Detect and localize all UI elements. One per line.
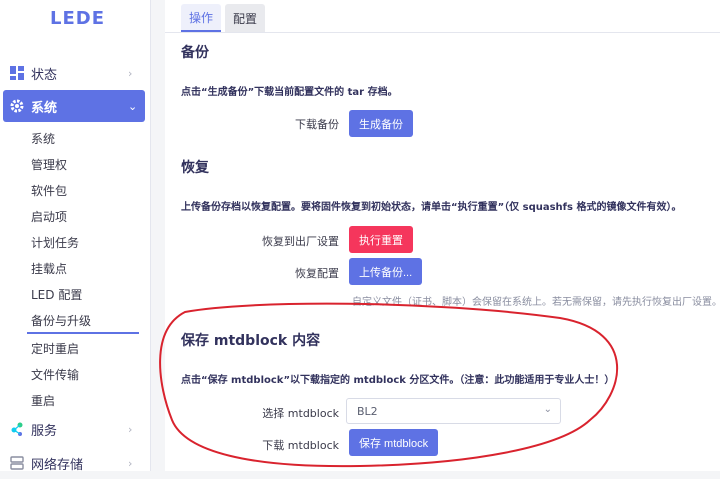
submenu-item[interactable]: 文件传输 xyxy=(31,366,79,383)
restore-config-label: 恢复配置 xyxy=(295,267,339,280)
submenu-item[interactable]: 系统 xyxy=(31,130,55,147)
sidebar-item-services[interactable]: 服务 › xyxy=(0,413,150,445)
restore-hint: 自定义文件（证书、脚本）会保留在系统上。若无需保留，请先执行恢复出厂设置。 xyxy=(352,297,720,308)
mtd-description: 点击“保存 mtdblock”以下载指定的 mtdblock 分区文件。（注意：… xyxy=(181,375,615,386)
restore-description: 上传备份存档以恢复配置。要将固件恢复到初始状态，请单击“执行重置”（仅 squa… xyxy=(181,202,682,213)
current-item-underline xyxy=(27,332,139,334)
main-content: 操作 配置 备份 点击“生成备份”下载当前配置文件的 tar 存档。 下载备份 … xyxy=(165,0,720,471)
sidebar-divider xyxy=(150,0,151,471)
select-mtdblock-label: 选择 mtdblock xyxy=(262,407,339,420)
sidebar-item-label: 网络存储 xyxy=(31,457,84,473)
logo: LEDE xyxy=(50,8,106,29)
tab-actions[interactable]: 操作 xyxy=(181,4,222,32)
submenu-item[interactable]: 重启 xyxy=(31,392,55,409)
sidebar: LEDE 状态 › 系统 ⌄ 系统 管理权 软件包 启动项 计划任务 挂载点 L… xyxy=(0,0,150,473)
storage-icon xyxy=(10,456,24,470)
tab-bar: 操作 配置 xyxy=(181,4,269,32)
gear-icon xyxy=(10,99,24,113)
chevron-right-icon: › xyxy=(128,422,133,436)
save-mtdblock-button[interactable]: 保存 mtdblock xyxy=(349,429,439,456)
submenu-item[interactable]: 计划任务 xyxy=(31,234,79,251)
submenu-item[interactable]: LED 配置 xyxy=(31,286,82,303)
dashboard-icon xyxy=(10,66,24,80)
mtd-title: 保存 mtdblock 内容 xyxy=(181,333,321,349)
sidebar-item-status[interactable]: 状态 › xyxy=(0,57,150,89)
tab-divider xyxy=(165,32,720,33)
download-backup-label: 下载备份 xyxy=(295,118,339,131)
sidebar-item-label: 状态 xyxy=(31,67,58,83)
submenu-item[interactable]: 定时重启 xyxy=(31,340,79,357)
factory-reset-label: 恢复到出厂设置 xyxy=(262,235,339,248)
upload-backup-button[interactable]: 上传备份... xyxy=(349,258,423,285)
perform-reset-button[interactable]: 执行重置 xyxy=(349,226,413,253)
chevron-down-icon: ⌄ xyxy=(128,99,138,113)
chevron-down-icon: ⌄ xyxy=(543,404,552,415)
download-mtdblock-label: 下载 mtdblock xyxy=(262,439,339,452)
backup-description: 点击“生成备份”下载当前配置文件的 tar 存档。 xyxy=(181,87,398,98)
sidebar-item-label: 服务 xyxy=(31,423,58,439)
restore-title: 恢复 xyxy=(181,160,209,176)
share-icon xyxy=(10,422,24,436)
backup-title: 备份 xyxy=(181,45,209,61)
sidebar-item-system[interactable]: 系统 ⌄ xyxy=(3,90,145,122)
generate-backup-button[interactable]: 生成备份 xyxy=(349,110,413,137)
submenu-item[interactable]: 启动项 xyxy=(31,208,67,225)
submenu-item[interactable]: 管理权 xyxy=(31,156,67,173)
submenu-item-current[interactable]: 备份与升级 xyxy=(31,312,91,329)
submenu-item[interactable]: 软件包 xyxy=(31,182,67,199)
submenu-item[interactable]: 挂载点 xyxy=(31,260,67,277)
chevron-right-icon: › xyxy=(128,456,133,470)
tab-config[interactable]: 配置 xyxy=(225,4,266,32)
mtdblock-select-value: BL2 xyxy=(357,404,378,418)
sidebar-item-label: 系统 xyxy=(31,100,58,116)
chevron-right-icon: › xyxy=(128,66,133,80)
mtdblock-select[interactable]: BL2 ⌄ xyxy=(346,398,561,424)
sidebar-item-nas[interactable]: 网络存储 › xyxy=(0,447,150,479)
